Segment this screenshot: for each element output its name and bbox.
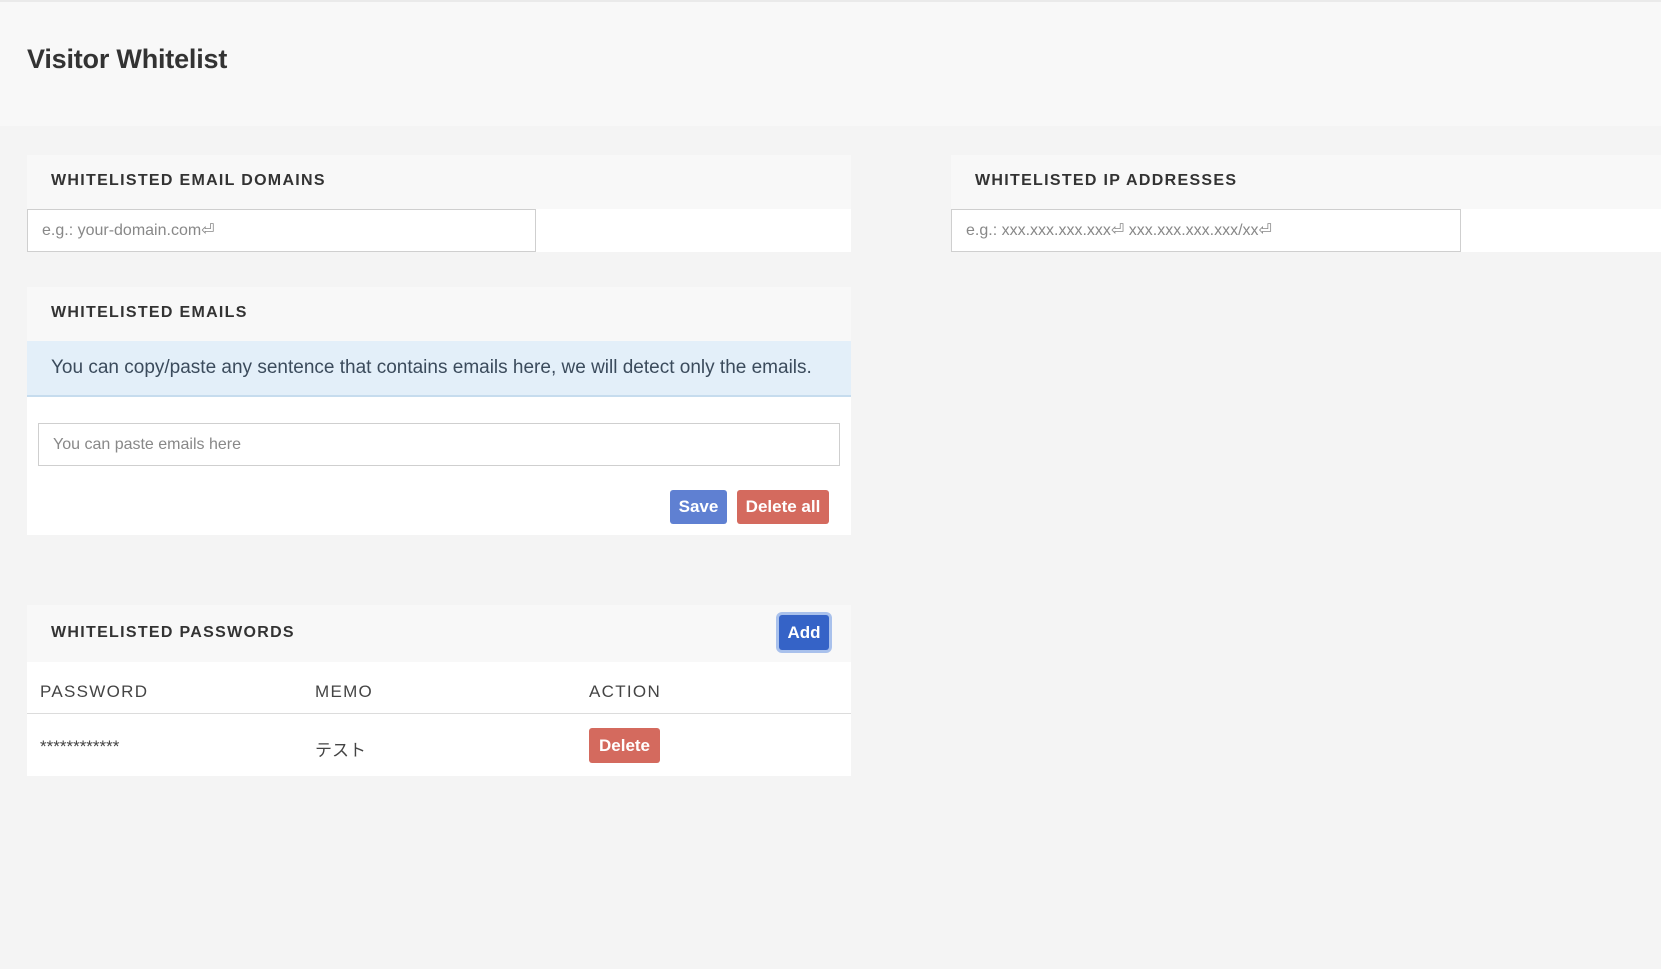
ip-addresses-panel: WHITELISTED IP ADDRESSES [951,155,1661,252]
column-header-action: ACTION [589,682,662,701]
add-password-button[interactable]: Add [779,615,829,650]
emails-panel-title: WHITELISTED EMAILS [51,304,248,321]
passwords-panel-title: WHITELISTED PASSWORDS [51,624,295,641]
delete-all-button[interactable]: Delete all [737,490,829,524]
save-button[interactable]: Save [670,490,727,524]
delete-password-button[interactable]: Delete [589,728,660,763]
table-header-divider [27,713,851,714]
emails-panel-header: WHITELISTED EMAILS [27,287,851,341]
emails-paste-input[interactable] [38,423,840,466]
column-header-password: PASSWORD [40,682,149,701]
email-domains-panel-title: WHITELISTED EMAIL DOMAINS [51,172,326,189]
page-header: Visitor Whitelist [0,2,1661,126]
password-cell: ************ [40,737,120,756]
ip-addresses-panel-title: WHITELISTED IP ADDRESSES [975,172,1238,189]
email-domain-input[interactable] [27,209,536,252]
column-header-memo: MEMO [315,682,374,701]
ip-address-input[interactable] [951,209,1461,252]
emails-panel: WHITELISTED EMAILS You can copy/paste an… [27,287,851,535]
ip-addresses-panel-header: WHITELISTED IP ADDRESSES [951,155,1661,209]
memo-cell: テスト [315,741,366,760]
email-domains-panel-header: WHITELISTED EMAIL DOMAINS [27,155,851,209]
page-title: Visitor Whitelist [27,44,228,74]
email-domains-panel: WHITELISTED EMAIL DOMAINS [27,155,851,252]
passwords-panel: WHITELISTED PASSWORDS Add PASSWORD MEMO … [27,605,851,776]
passwords-panel-header: WHITELISTED PASSWORDS [27,605,851,662]
emails-info-message: You can copy/paste any sentence that con… [27,341,851,397]
